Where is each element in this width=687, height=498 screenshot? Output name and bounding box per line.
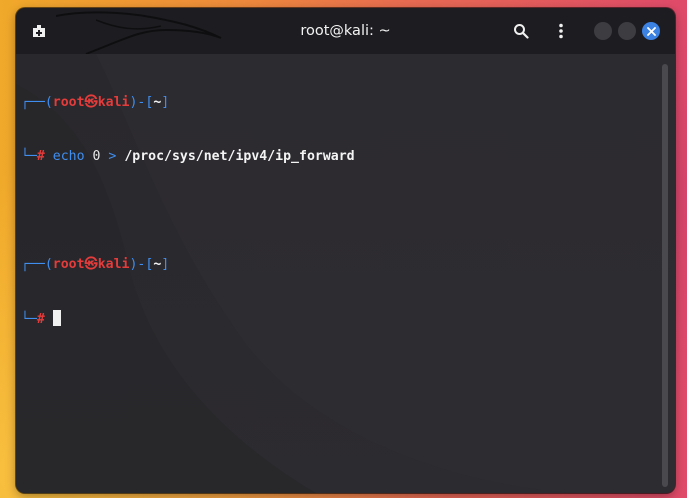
maximize-button[interactable] xyxy=(618,22,636,40)
close-button[interactable] xyxy=(642,22,660,40)
search-icon xyxy=(514,24,529,39)
search-button[interactable] xyxy=(510,20,532,42)
prompt-header-line: ┌──(root㉿kali)-[~] xyxy=(21,256,355,274)
text-cursor xyxy=(52,310,61,326)
prompt-header-line: ┌──(root㉿kali)-[~] xyxy=(21,94,355,112)
command-line: └─# echo 0 > /proc/sys/net/ipv4/ip_forwa… xyxy=(21,148,355,166)
command-redirect: > xyxy=(108,149,117,164)
terminal-output: ┌──(root㉿kali)-[~] └─# echo 0 > /proc/sy… xyxy=(21,58,355,364)
terminal-area[interactable]: ┌──(root㉿kali)-[~] └─# echo 0 > /proc/sy… xyxy=(16,54,675,493)
close-icon xyxy=(646,26,656,36)
kebab-menu-icon xyxy=(559,23,563,39)
prompt-frame: )-[ xyxy=(129,257,154,272)
new-tab-button[interactable] xyxy=(28,20,50,42)
vertical-scrollbar[interactable] xyxy=(662,64,668,487)
prompt-frame: )-[ xyxy=(129,95,154,110)
command-word: echo xyxy=(52,149,85,164)
command-arg: 0 xyxy=(92,149,101,164)
minimize-button[interactable] xyxy=(594,22,612,40)
input-line[interactable]: └─# xyxy=(21,310,355,328)
command-path: /proc/sys/net/ipv4/ip_forward xyxy=(124,149,355,164)
menu-button[interactable] xyxy=(550,20,572,42)
prompt-frame: └─ xyxy=(21,312,37,327)
prompt-user-host: root㉿kali xyxy=(52,95,130,110)
prompt-frame: ] xyxy=(161,257,170,272)
title-bar[interactable]: root@kali: ~ xyxy=(16,8,675,54)
new-tab-icon xyxy=(33,25,45,37)
prompt-frame: ┌──( xyxy=(21,257,53,272)
prompt-frame: ┌──( xyxy=(21,95,53,110)
prompt-frame: └─ xyxy=(21,149,37,164)
terminal-window: root@kali: ~ ┌──(root㉿kali)-[~] └─# echo… xyxy=(16,8,675,493)
prompt-symbol: # xyxy=(36,149,45,164)
prompt-symbol: # xyxy=(36,312,45,327)
prompt-frame: ] xyxy=(161,95,170,110)
kali-dragon-watermark xyxy=(55,11,222,54)
prompt-user-host: root㉿kali xyxy=(52,257,130,272)
